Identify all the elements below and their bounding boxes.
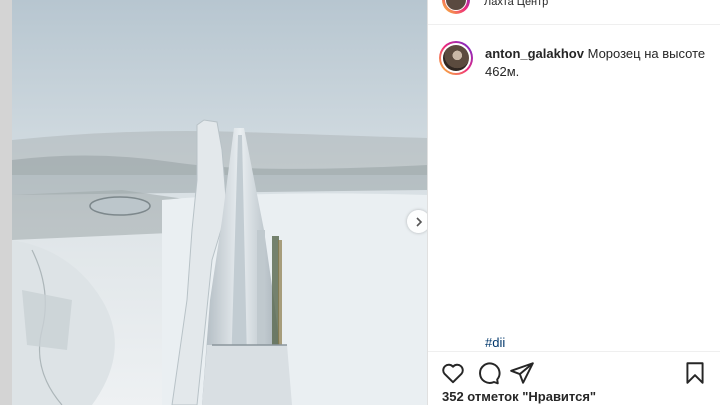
divider — [428, 351, 720, 352]
chevron-right-icon — [415, 216, 422, 227]
author-avatar[interactable] — [442, 0, 470, 14]
location-link[interactable]: Лахта Центр — [484, 0, 548, 8]
author-username[interactable]: anton_galakhov — [485, 46, 584, 61]
post-header: Лахта Центр — [428, 0, 720, 25]
post-caption: anton_galakhov Морозец на высоте 462м. — [485, 45, 713, 81]
post-sidebar: Лахта Центр anton_galakhov Морозец на вы… — [427, 0, 720, 405]
post-photo[interactable] — [12, 0, 427, 405]
comment-icon[interactable] — [475, 360, 501, 386]
likes-count[interactable]: 352 отметок "Нравится" — [442, 389, 596, 404]
bookmark-icon[interactable] — [682, 360, 708, 386]
next-photo-button[interactable] — [407, 210, 427, 233]
heart-icon[interactable] — [440, 360, 466, 386]
hashtag-link[interactable]: #dii — [485, 335, 505, 350]
backdrop-strip — [0, 0, 12, 405]
paper-plane-icon[interactable] — [509, 360, 535, 386]
caption-avatar[interactable] — [439, 41, 473, 75]
